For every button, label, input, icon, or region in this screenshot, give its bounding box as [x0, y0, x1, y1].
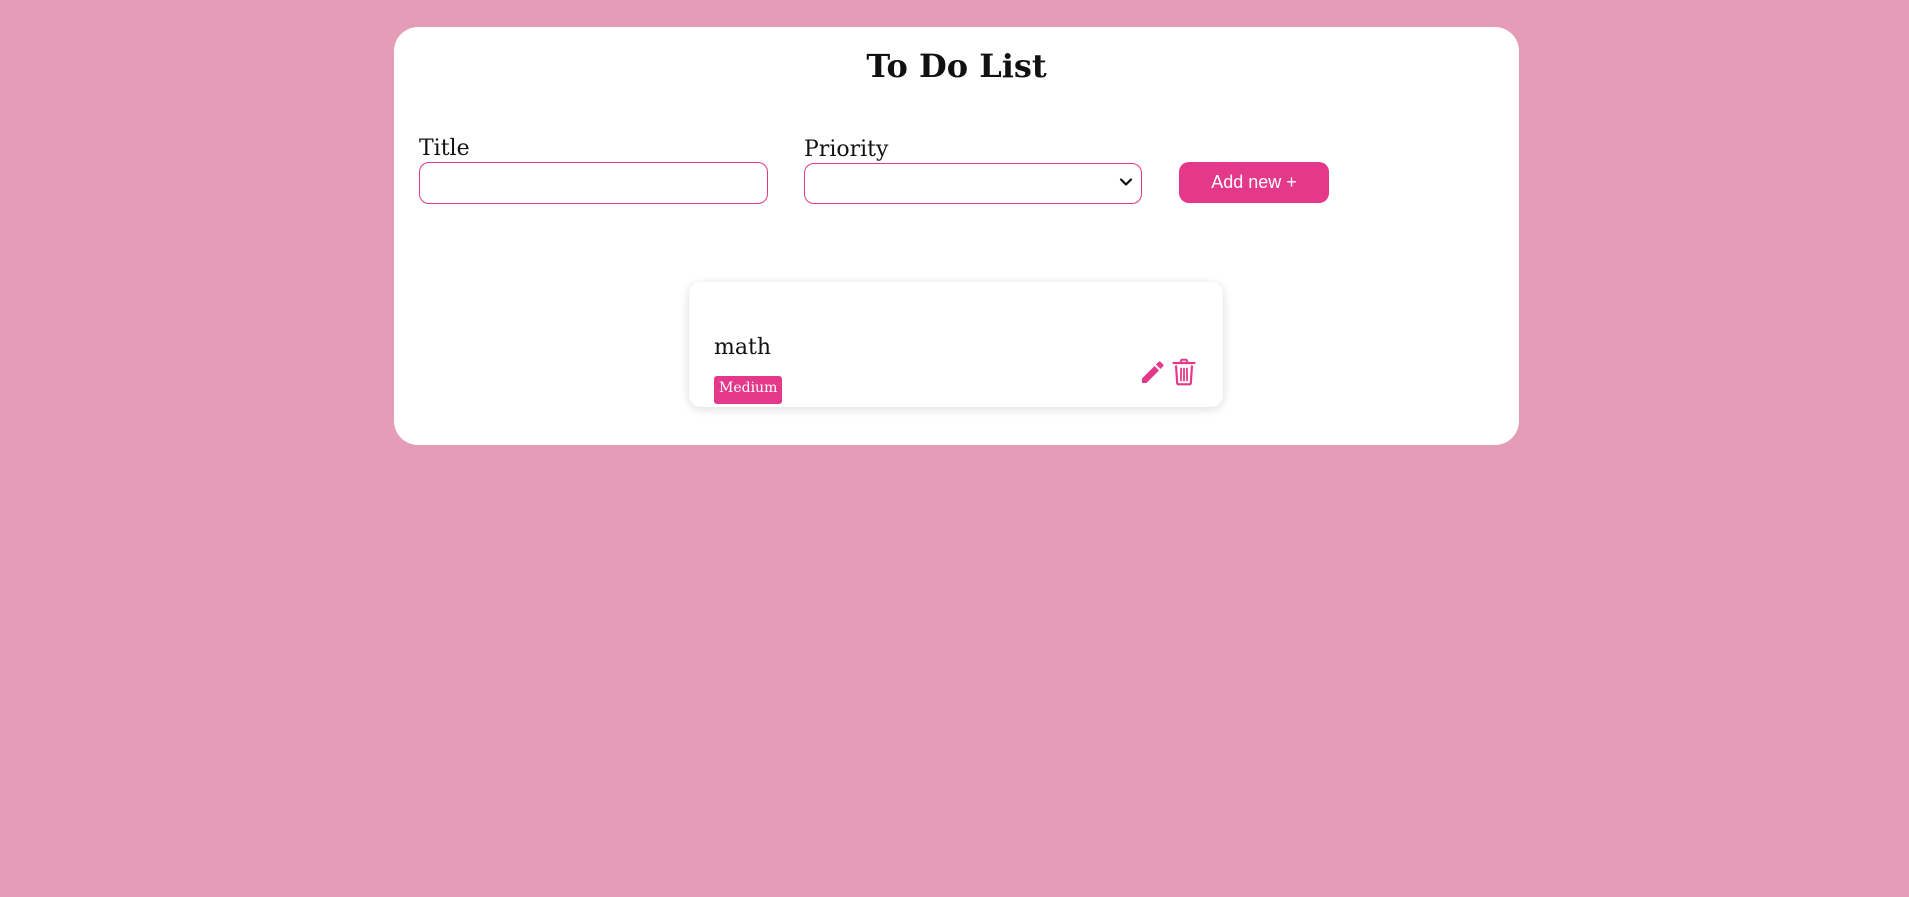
add-new-button[interactable]: Add new + — [1179, 162, 1329, 203]
edit-button[interactable] — [1139, 358, 1165, 386]
title-field-group: Title — [419, 136, 768, 204]
priority-label: Priority — [804, 137, 889, 162]
delete-button[interactable] — [1171, 358, 1197, 386]
page-title: To Do List — [866, 47, 1047, 85]
task-title: math — [714, 335, 771, 360]
todo-card: To Do List Title Priority Add new + math… — [394, 27, 1519, 445]
task-item: math Medium — [689, 282, 1223, 407]
priority-select-wrapper — [804, 163, 1142, 204]
title-label: Title — [419, 136, 470, 161]
trash-icon — [1172, 358, 1196, 386]
priority-field-group: Priority — [804, 137, 1142, 204]
title-input[interactable] — [419, 162, 768, 204]
priority-select[interactable] — [804, 163, 1142, 204]
pencil-icon — [1142, 361, 1164, 383]
priority-badge: Medium — [714, 376, 783, 404]
task-actions — [1139, 358, 1197, 386]
